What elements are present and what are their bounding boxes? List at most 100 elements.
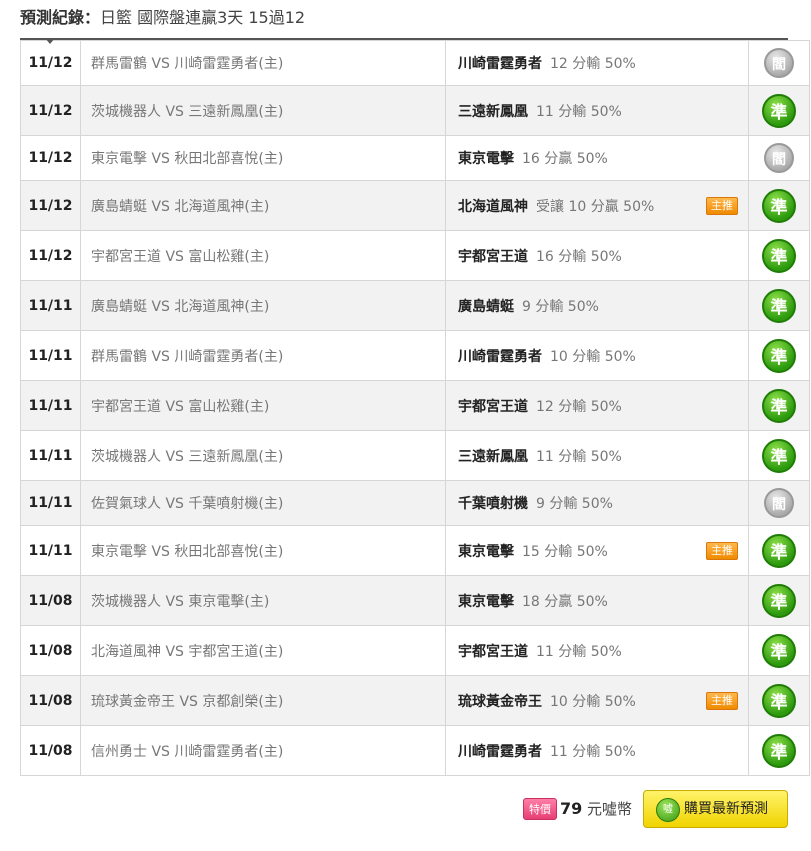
pick-team: 東京電擊	[458, 543, 514, 560]
pick-team: 宇都宮王道	[458, 398, 528, 415]
table-row: 11/12 宇都宮王道 VS 富山松雞(主) 宇都宮王道 16 分輸 50% 準	[20, 230, 810, 281]
pick-odds: 12 分輸 50%	[536, 398, 622, 415]
pick-odds: 10 分輸 50%	[550, 693, 636, 710]
pick-odds: 11 分輸 50%	[550, 743, 636, 760]
pick-team: 東京電擊	[458, 593, 514, 610]
row-pick: 琉球黃金帝王 10 分輸 50% 主推	[445, 675, 749, 726]
table-row: 11/11 廣島蜻蜓 VS 北海道風神(主) 廣島蜻蜓 9 分輸 50% 準	[20, 280, 810, 331]
row-match: 東京電擊 VS 秋田北部喜悅(主)	[80, 135, 446, 181]
row-pick: 川崎雷霆勇者 10 分輸 50%	[445, 330, 749, 381]
prediction-rows: 11/12 群馬雷鶴 VS 川崎雷霆勇者(主) 川崎雷霆勇者 12 分輸 50% 閻 11…	[20, 40, 810, 776]
row-date: 11/11	[20, 480, 81, 526]
prediction-table-wrap: 11/12 群馬雷鶴 VS 川崎雷霆勇者(主) 川崎雷霆勇者 12 分輸 50% 閻 11…	[20, 38, 810, 776]
pick-team: 北海道風神	[458, 198, 528, 215]
row-match: 東京電擊 VS 秋田北部喜悅(主)	[80, 525, 446, 576]
row-match: 琉球黃金帝王 VS 京都創榮(主)	[80, 675, 446, 726]
price-text: 79 元噓幣	[560, 798, 632, 819]
table-row: 11/08 信州勇士 VS 川崎雷霆勇者(主) 川崎雷霆勇者 11 分輸 50% 準	[20, 725, 810, 776]
row-date: 11/12	[20, 180, 81, 231]
row-pick: 千葉噴射機 9 分輸 50%	[445, 480, 749, 526]
pick-odds: 受讓 10 分贏 50%	[536, 198, 655, 215]
pick-team: 川崎雷霆勇者	[458, 348, 542, 365]
pick-team: 三遠新鳳凰	[458, 103, 528, 120]
row-match: 廣島蜻蜓 VS 北海道風神(主)	[80, 180, 446, 231]
pick-team: 千葉噴射機	[458, 496, 528, 512]
correct-result-icon: 準	[762, 238, 796, 273]
row-date: 11/11	[20, 280, 81, 331]
row-match: 茨城機器人 VS 三遠新鳳凰(主)	[80, 85, 446, 136]
row-pick: 川崎雷霆勇者 11 分輸 50%	[445, 725, 749, 776]
row-date: 11/11	[20, 380, 81, 431]
row-date: 11/11	[20, 430, 81, 481]
correct-result-icon: 準	[762, 683, 796, 718]
pick-odds: 11 分輸 50%	[536, 103, 622, 120]
table-row: 11/12 東京電擊 VS 秋田北部喜悅(主) 東京電擊 16 分贏 50% 閻	[20, 135, 810, 181]
row-match: 佐賀氣球人 VS 千葉噴射機(主)	[80, 480, 446, 526]
pick-odds: 11 分輸 50%	[536, 643, 622, 660]
row-date: 11/12	[20, 85, 81, 136]
correct-result-icon: 準	[762, 533, 796, 568]
pick-odds: 9 分輸 50%	[536, 496, 613, 512]
void-result-icon: 閻	[764, 488, 794, 518]
table-row: 11/11 佐賀氣球人 VS 千葉噴射機(主) 千葉噴射機 9 分輸 50% 閻	[20, 480, 810, 526]
table-row: 11/12 廣島蜻蜓 VS 北海道風神(主) 北海道風神 受讓 10 分贏 50% 主推…	[20, 180, 810, 231]
pick-team: 川崎雷霆勇者	[458, 743, 542, 760]
pick-odds: 18 分贏 50%	[522, 593, 608, 610]
table-row: 11/11 茨城機器人 VS 三遠新鳳凰(主) 三遠新鳳凰 11 分輸 50% 準	[20, 430, 810, 481]
row-date: 11/12	[20, 40, 81, 86]
microphone-icon: 噓	[656, 798, 680, 822]
correct-result-icon: 準	[762, 288, 796, 323]
void-result-icon: 閻	[764, 143, 794, 173]
table-row: 11/12 群馬雷鶴 VS 川崎雷霆勇者(主) 川崎雷霆勇者 12 分輸 50% 閻	[20, 40, 810, 86]
row-result: 準	[748, 575, 810, 626]
table-row: 11/11 群馬雷鶴 VS 川崎雷霆勇者(主) 川崎雷霆勇者 10 分輸 50% 準	[20, 330, 810, 381]
pick-odds: 10 分輸 50%	[550, 348, 636, 365]
correct-result-icon: 準	[762, 93, 796, 128]
table-row: 11/11 宇都宮王道 VS 富山松雞(主) 宇都宮王道 12 分輸 50% 準	[20, 380, 810, 431]
row-pick: 三遠新鳳凰 11 分輸 50%	[445, 430, 749, 481]
buy-latest-prediction-button[interactable]: 噓 購買最新預測	[643, 790, 788, 828]
pick-team: 宇都宮王道	[458, 643, 528, 660]
pick-team: 琉球黃金帝王	[458, 693, 542, 710]
row-pick: 川崎雷霆勇者 12 分輸 50%	[445, 40, 749, 86]
correct-result-icon: 準	[762, 633, 796, 668]
price-unit: 元噓幣	[587, 800, 633, 818]
row-result: 準	[748, 380, 810, 431]
row-match: 宇都宮王道 VS 富山松雞(主)	[80, 230, 446, 281]
buy-button-label: 購買最新預測	[684, 801, 768, 817]
pick-odds: 12 分輸 50%	[550, 56, 636, 72]
row-date: 11/08	[20, 625, 81, 676]
row-result: 閻	[748, 40, 810, 86]
row-date: 11/11	[20, 525, 81, 576]
row-match: 茨城機器人 VS 三遠新鳳凰(主)	[80, 430, 446, 481]
pick-odds: 9 分輸 50%	[522, 298, 599, 315]
pick-odds: 11 分輸 50%	[536, 448, 622, 465]
pick-odds: 16 分輸 50%	[536, 248, 622, 265]
row-date: 11/08	[20, 575, 81, 626]
pick-team: 川崎雷霆勇者	[458, 56, 542, 72]
row-pick: 宇都宮王道 16 分輸 50%	[445, 230, 749, 281]
page-title: 日籃 國際盤連贏3天 15過12	[100, 8, 306, 27]
correct-result-icon: 準	[762, 438, 796, 473]
void-result-icon: 閻	[764, 48, 794, 78]
correct-result-icon: 準	[762, 388, 796, 423]
row-date: 11/08	[20, 725, 81, 776]
featured-badge: 主推	[706, 691, 738, 710]
row-match: 宇都宮王道 VS 富山松雞(主)	[80, 380, 446, 431]
correct-result-icon: 準	[762, 583, 796, 618]
pick-team: 廣島蜻蜓	[458, 298, 514, 315]
header-notch-icon	[45, 38, 55, 44]
featured-badge: 主推	[706, 541, 738, 560]
pick-team: 三遠新鳳凰	[458, 448, 528, 465]
correct-result-icon: 準	[762, 733, 796, 768]
row-pick: 宇都宮王道 11 分輸 50%	[445, 625, 749, 676]
table-row: 11/12 茨城機器人 VS 三遠新鳳凰(主) 三遠新鳳凰 11 分輸 50% 準	[20, 85, 810, 136]
row-pick: 宇都宮王道 12 分輸 50%	[445, 380, 749, 431]
row-pick: 三遠新鳳凰 11 分輸 50%	[445, 85, 749, 136]
row-result: 準	[748, 85, 810, 136]
row-match: 信州勇士 VS 川崎雷霆勇者(主)	[80, 725, 446, 776]
row-date: 11/11	[20, 330, 81, 381]
table-row: 11/08 茨城機器人 VS 東京電擊(主) 東京電擊 18 分贏 50% 準	[20, 575, 810, 626]
row-result: 準	[748, 725, 810, 776]
row-match: 茨城機器人 VS 東京電擊(主)	[80, 575, 446, 626]
